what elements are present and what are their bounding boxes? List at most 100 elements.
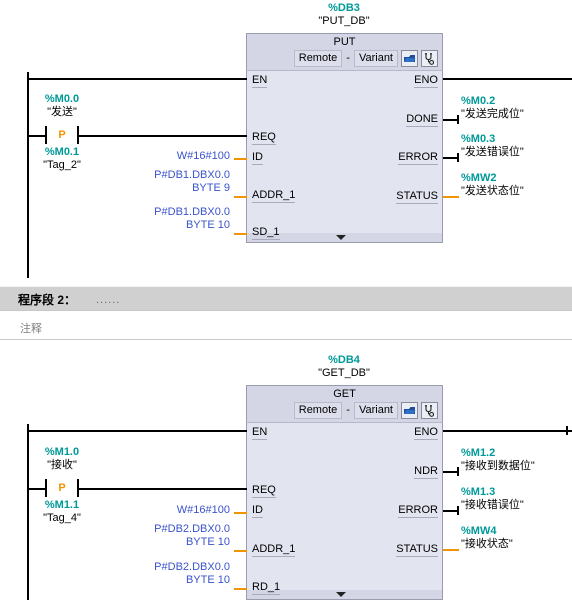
network-2-comment[interactable]: 注释 [20,320,42,336]
network-2-title: 程序段 2： [18,293,77,307]
wire-status [443,196,459,198]
block-header-get: GET Remote - Variant [246,385,443,423]
pin-status: STATUS [396,543,438,557]
pin-id: ID [252,151,263,165]
value-line-2: BYTE 10 [185,574,230,586]
operand-symbol: "发送" [47,106,77,118]
value-line-1: P#DB2.DBX0.0 [154,523,230,535]
output-operand-error[interactable]: %M1.3 "接收错误位" [461,486,571,512]
pin-req: REQ [252,484,276,498]
operand-address: %M0.1 [44,146,80,158]
instance-db-number: %DB3 [328,2,360,14]
wire-sd-1 [234,233,247,235]
output-operand-status[interactable]: %MW4 "接收状态" [461,525,571,551]
block-mode-remote[interactable]: Remote [293,49,343,67]
value-line-2: W#16#100 [176,504,230,516]
open-block-icon[interactable] [401,401,418,419]
wire-addr-1 [234,550,247,552]
value-line-2: BYTE 10 [185,219,230,231]
wire-eno-terminal [566,426,568,435]
block-title: PUT [333,36,356,48]
pin-en: EN [252,426,268,440]
operand-symbol: "接收到数据位" [461,460,535,472]
block-mode-remote[interactable]: Remote [293,401,343,419]
pin-addr-1: ADDR_1 [252,189,296,203]
value-sd-1[interactable]: P#DB1.DBX0.0 BYTE 10 [120,206,230,232]
network-2-header-band[interactable]: 程序段 2： ...... [0,286,572,311]
value-id[interactable]: W#16#100 [120,150,230,163]
operand-symbol: "发送完成位" [461,108,524,120]
pin-en: EN [252,74,268,88]
operand-symbol: "发送错误位" [461,146,524,158]
pin-done: DONE [406,113,438,127]
value-line-2: BYTE 9 [192,182,230,194]
block-mode-row: Remote - Variant [247,49,442,67]
contact-operand-top[interactable]: %M0.0 "发送" [22,93,102,119]
value-id[interactable]: W#16#100 [120,504,230,517]
value-line-1: P#DB1.DBX0.0 [154,206,230,218]
pin-eno: ENO [414,426,438,440]
rung-req-left [27,488,45,490]
value-line-1: P#DB1.DBX0.0 [154,169,230,181]
block-mode-variant[interactable]: Variant [353,401,398,419]
output-operand-status[interactable]: %MW2 "发送状态位" [461,172,571,198]
operand-symbol: "Tag_2" [43,159,81,171]
rung-req-right [79,488,247,490]
value-line-2: BYTE 10 [185,536,230,548]
operand-address: %M1.1 [44,499,80,511]
contact-operand-top[interactable]: %M1.0 "接收" [22,446,102,472]
value-rd-1[interactable]: P#DB2.DBX0.0 BYTE 10 [120,561,230,587]
wire-rd-1 [234,588,247,590]
pin-rd-1: RD_1 [252,581,281,595]
operand-address: %MW2 [461,172,497,184]
operand-symbol: "接收" [47,459,77,471]
operand-symbol: "接收错误位" [461,499,524,511]
open-block-icon[interactable] [401,49,418,67]
output-operand-error[interactable]: %M0.3 "发送错误位" [461,133,571,159]
network-1: %DB3 "PUT_DB" PUT Remote - Variant EN RE… [0,0,572,278]
probe-icon[interactable] [421,401,438,419]
value-line-2: W#16#100 [176,150,230,162]
contact-operand-bottom[interactable]: %M1.1 "Tag_4" [22,499,102,525]
block-header-put: PUT Remote - Variant [246,33,443,71]
pin-ndr: NDR [414,465,438,479]
operand-address: %M1.2 [461,447,496,459]
operand-address: %M0.2 [461,95,496,107]
block-mode-separator: - [346,52,350,64]
pin-status: STATUS [396,190,438,204]
value-addr-1[interactable]: P#DB1.DBX0.0 BYTE 9 [120,169,230,195]
output-operand-ndr[interactable]: %M1.2 "接收到数据位" [461,447,571,473]
wire-id [234,158,247,160]
block-instance-header-1: %DB3 "PUT_DB" [246,2,442,28]
pin-id: ID [252,504,263,518]
chevron-down-icon[interactable] [336,592,346,597]
pin-sd-1: SD_1 [252,226,280,240]
contact-operand-bottom[interactable]: %M0.1 "Tag_2" [22,146,102,172]
wire-eno [443,78,572,80]
pin-addr-1: ADDR_1 [252,543,296,557]
rung-en [27,430,247,432]
block-instance-header-2: %DB4 "GET_DB" [246,354,442,380]
block-mode-variant[interactable]: Variant [353,49,398,67]
instance-db-name: "GET_DB" [318,367,370,379]
network-2-title-dots: ...... [96,294,121,306]
probe-icon[interactable] [421,49,438,67]
block-mode-separator: - [346,404,350,416]
wire-error-terminal [457,506,459,515]
operand-address: %M1.3 [461,486,496,498]
operand-address: %M0.0 [44,93,80,105]
operand-symbol: "Tag_4" [43,512,81,524]
chevron-down-icon[interactable] [336,235,346,240]
wire-eno [443,430,572,432]
contact-positive-edge-m1-0[interactable]: P [45,479,79,497]
wire-done-terminal [457,115,459,124]
output-operand-done[interactable]: %M0.2 "发送完成位" [461,95,571,121]
wire-ndr-terminal [457,467,459,476]
value-addr-1[interactable]: P#DB2.DBX0.0 BYTE 10 [120,523,230,549]
network-2-header-underline [0,310,572,311]
pin-error: ERROR [398,504,438,518]
contact-positive-edge-m0-0[interactable]: P [45,126,79,144]
ladder-editor-canvas: %DB3 "PUT_DB" PUT Remote - Variant EN RE… [0,0,572,600]
pin-error: ERROR [398,151,438,165]
wire-addr-1 [234,196,247,198]
